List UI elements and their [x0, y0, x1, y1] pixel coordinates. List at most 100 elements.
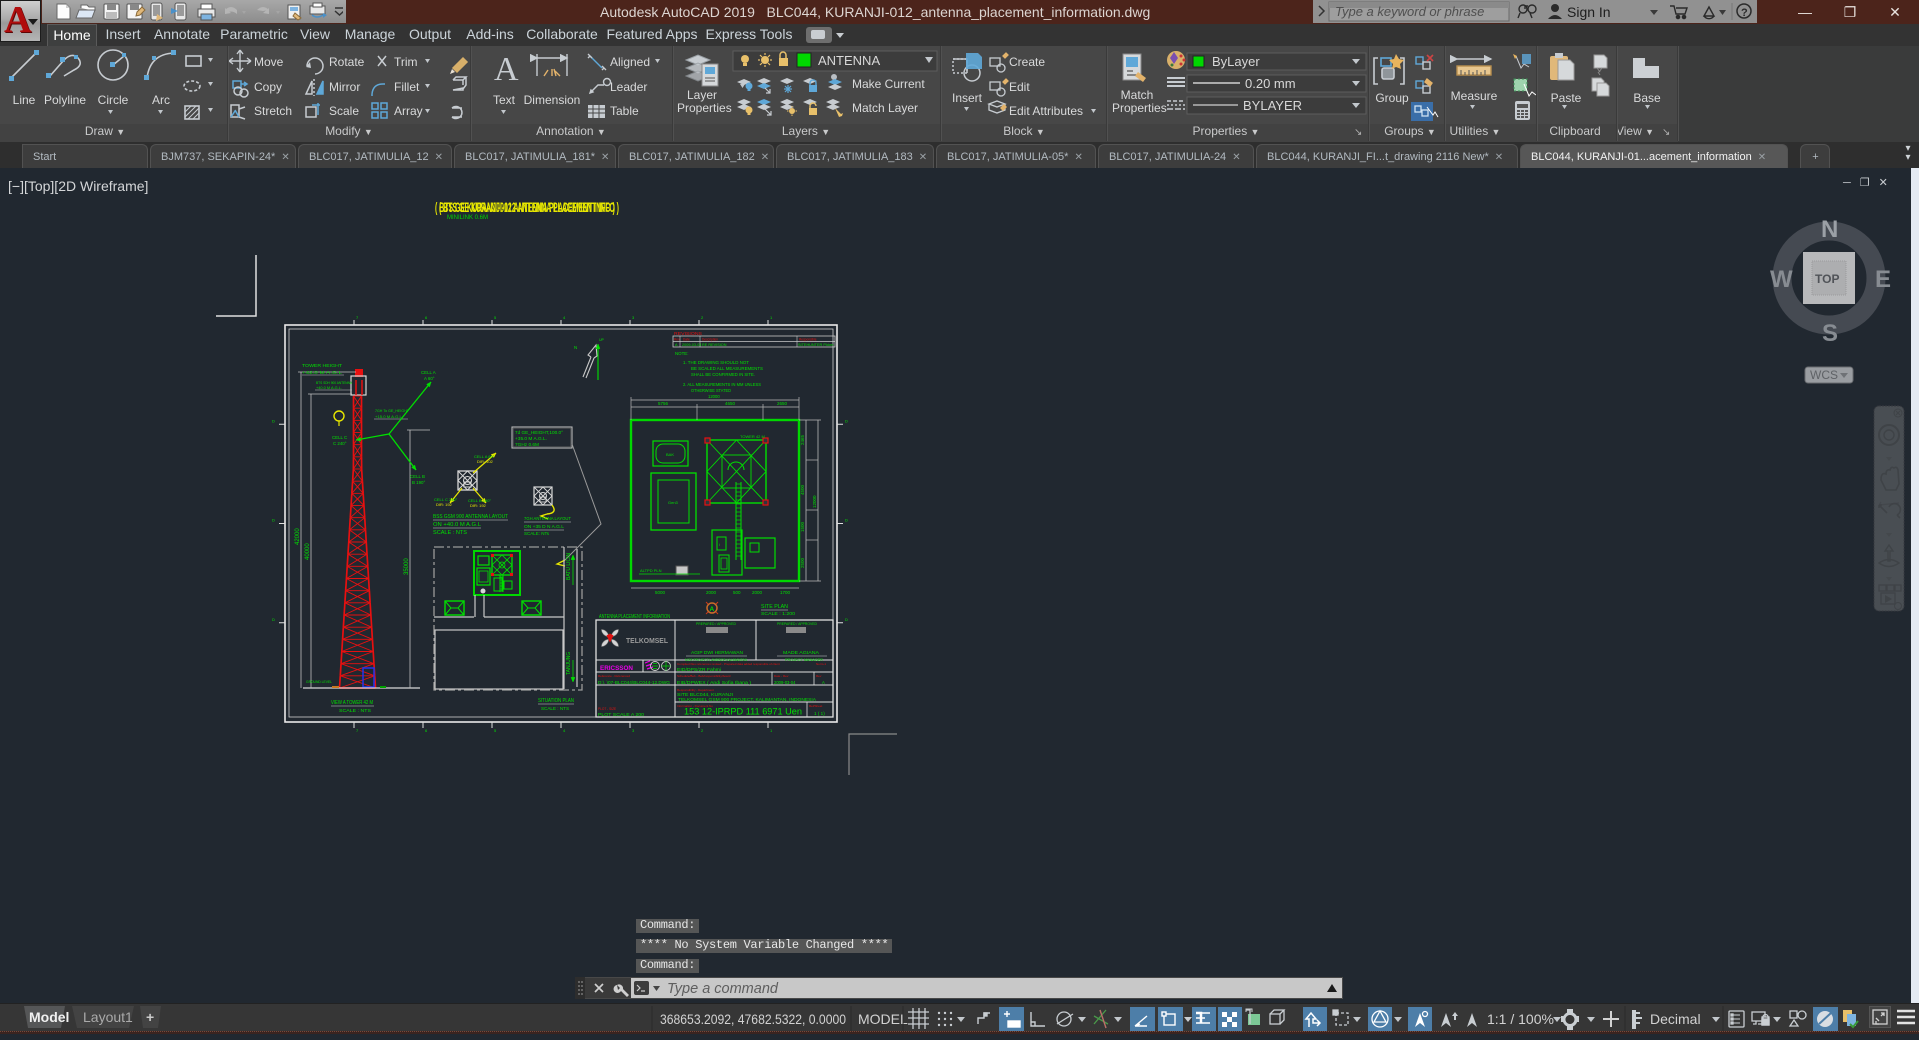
svg-text:4650: 4650: [725, 401, 736, 406]
svg-text:ON +35 D N A.G.L: ON +35 D N A.G.L: [524, 524, 564, 529]
svg-text:E: E: [1875, 266, 1891, 293]
svg-text:A: A: [822, 680, 825, 685]
svg-text:ALTPD PLN: ALTPD PLN: [640, 568, 662, 573]
svg-text:BAK: BAK: [666, 452, 674, 457]
svg-text:Type a keyword or phrase: Type a keyword or phrase: [1335, 4, 1484, 19]
svg-text:2000: 2000: [706, 590, 717, 595]
svg-text:N: N: [1821, 216, 1838, 243]
svg-text:5000: 5000: [655, 590, 666, 595]
svg-text:D:\. \07-BLC044\BLC044-12.DWG: D:\. \07-BLC044\BLC044-12.DWG: [598, 680, 670, 685]
svg-text:D: D: [845, 518, 848, 523]
svg-text:GROUND LEVEL: GROUND LEVEL: [306, 679, 333, 684]
svg-text:RE REVISION: RE REVISION: [702, 343, 727, 347]
svg-text:5: 5: [494, 315, 497, 320]
svg-text:OTHERWISE STATED: OTHERWISE STATED: [691, 388, 731, 393]
svg-text:Date - Rev: Date - Rev: [774, 674, 789, 678]
svg-text:4500: 4500: [800, 484, 805, 495]
svg-text:PREPARED / APPROVED: PREPARED / APPROVED: [777, 622, 817, 626]
svg-text:+: +: [146, 1009, 154, 1025]
svg-text:D: D: [272, 617, 275, 622]
svg-text:UP: UP: [599, 338, 605, 342]
svg-text:D: D: [272, 518, 275, 523]
svg-text:EID/DPS/ZR Fahmi: EID/DPS/ZR Fahmi: [677, 667, 721, 672]
svg-text:7GHz 0.6M: 7GHz 0.6M: [515, 442, 540, 447]
svg-text:2000: 2000: [752, 590, 763, 595]
svg-text:DIR: 192: DIR: 192: [470, 503, 487, 508]
svg-text:6: 6: [425, 315, 428, 320]
svg-text:Responsible: Responsible: [799, 338, 817, 342]
svg-text:SCALE : NTS: SCALE : NTS: [541, 706, 569, 711]
svg-text:368653.2092, 47682.5322, 0.000: 368653.2092, 47682.5322, 0.0000: [660, 1011, 846, 1027]
svg-text:EIB/DPWEX ( Andi Sofia Ibana ): EIB/DPWEX ( Andi Sofia Ibana ): [677, 680, 752, 685]
svg-text:ANTENNA: ANTENNA: [818, 53, 880, 68]
svg-text:BYLAYER: BYLAYER: [1243, 98, 1302, 113]
svg-text:( BTS GE KURANJI-012 ANTENNA P: ( BTS GE KURANJI-012 ANTENNA PLACEMENT I…: [439, 199, 619, 215]
svg-text:SHALL BE CONFIRMED IN SITE.: SHALL BE CONFIRMED IN SITE.: [691, 372, 755, 377]
svg-text:CELL B: CELL B: [410, 474, 425, 479]
svg-text:+40.0 M A.G.L.: +40.0 M A.G.L.: [316, 386, 342, 390]
svg-text:42000: 42000: [295, 528, 301, 545]
svg-text:2009-03-04: 2009-03-04: [682, 343, 701, 347]
svg-text:SITUATION PLAN: SITUATION PLAN: [538, 698, 574, 704]
svg-text:12000: 12000: [708, 394, 720, 399]
svg-text:MADE AGIANA: MADE AGIANA: [783, 650, 819, 655]
svg-text:C 240°: C 240°: [333, 441, 347, 446]
svg-text:Compiled files references revi: Compiled files references revised - Prep…: [677, 662, 780, 666]
svg-text:2500: 2500: [800, 557, 805, 568]
svg-text:SCALE : 1:200: SCALE : 1:200: [761, 611, 795, 616]
svg-text:40000: 40000: [305, 543, 311, 560]
svg-text:MINILINK 0.6M: MINILINK 0.6M: [447, 215, 488, 221]
svg-text:ERICSSON: ERICSSON: [600, 666, 633, 672]
svg-text:TELKOMSEL GSM 900 PROJECT, KA: TELKOMSEL GSM 900 PROJECT, KALIMANTAN, I…: [678, 697, 816, 702]
svg-text:DIR: 192: DIR: 192: [436, 502, 453, 507]
svg-text:153 12-IPRPD 111 6971 Uen: 153 12-IPRPD 111 6971 Uen: [684, 707, 802, 717]
svg-text:TOWER HEIGHT: TOWER HEIGHT: [302, 363, 342, 369]
svg-text:A: A: [675, 343, 678, 347]
svg-text:Sign In: Sign In: [1567, 4, 1611, 20]
svg-text:7: 7: [356, 315, 359, 320]
svg-text:+15.0 M A.G.L.: +15.0 M A.G.L.: [375, 414, 403, 419]
svg-text:1500: 1500: [800, 521, 805, 532]
svg-text:MODEL: MODEL: [858, 1011, 908, 1027]
svg-text:1: 1: [770, 315, 773, 320]
svg-text:BTS SDH 900 ANTENNA: BTS SDH 900 ANTENNA: [316, 381, 353, 385]
svg-text:TOWER 42 M: TOWER 42 M: [740, 434, 765, 439]
svg-text:A 60°: A 60°: [424, 376, 435, 381]
svg-text:WCS: WCS: [1810, 368, 1838, 382]
svg-text:2009-03-04: 2009-03-04: [774, 680, 796, 685]
svg-text:N: N: [574, 345, 577, 350]
svg-text:DIR: 102: DIR: 102: [477, 459, 494, 464]
svg-text:500: 500: [733, 590, 741, 595]
svg-text:VIEW A TOWER 42 M: VIEW A TOWER 42 M: [331, 700, 373, 706]
svg-text:PLOT SCALE A 200: PLOT SCALE A 200: [598, 712, 645, 717]
svg-text:SITEHUNTER P.kkm: SITEHUNTER P.kkm: [798, 343, 833, 347]
svg-text:A: A: [710, 606, 715, 613]
svg-text:+35.0 M A.G.L.: +35.0 M A.G.L.: [515, 436, 547, 441]
svg-text:2. ALL MEASUREMENTS IN MM U: 2. ALL MEASUREMENTS IN MM UNLESS: [683, 382, 761, 387]
svg-text:4: 4: [563, 315, 566, 320]
svg-text:PLOT - SIZE: PLOT - SIZE: [598, 707, 616, 711]
svg-text:D: D: [845, 617, 848, 622]
svg-text:AGIP DWI HERMAWAN: AGIP DWI HERMAWAN: [691, 650, 743, 655]
svg-text:6: 6: [425, 728, 428, 733]
svg-text:Decimal: Decimal: [1650, 1011, 1701, 1027]
svg-text:Date: Date: [683, 338, 690, 342]
svg-text:Gen3: Gen3: [668, 500, 679, 505]
svg-text:4: 4: [563, 728, 566, 733]
svg-text:B 190°: B 190°: [412, 480, 425, 485]
svg-text:0.20 mm: 0.20 mm: [1245, 76, 1296, 91]
svg-text:35000: 35000: [404, 558, 410, 575]
svg-text:ByLayer: ByLayer: [1212, 54, 1260, 69]
svg-text:?: ?: [1741, 7, 1748, 19]
svg-text:SCALE : NTS: SCALE : NTS: [433, 530, 468, 536]
svg-text:SCALE: NTs: SCALE: NTs: [524, 531, 550, 536]
svg-text:TELKOMSEL: TELKOMSEL: [626, 638, 669, 645]
svg-text:1700: 1700: [780, 590, 791, 595]
svg-text:7d GE_HEIGHT,100.0°: 7d GE_HEIGHT,100.0°: [515, 430, 563, 435]
svg-text:1:1 / 100%: 1:1 / 100%: [1487, 1011, 1554, 1027]
svg-text:5756: 5756: [658, 401, 669, 406]
svg-text:NOTE:: NOTE:: [675, 351, 688, 356]
svg-text:1. THE DRAWING SHOULD NOT: 1. THE DRAWING SHOULD NOT: [683, 360, 749, 365]
svg-text:Description: Description: [702, 338, 718, 342]
svg-text:Norm-1: Norm-1: [816, 662, 826, 666]
